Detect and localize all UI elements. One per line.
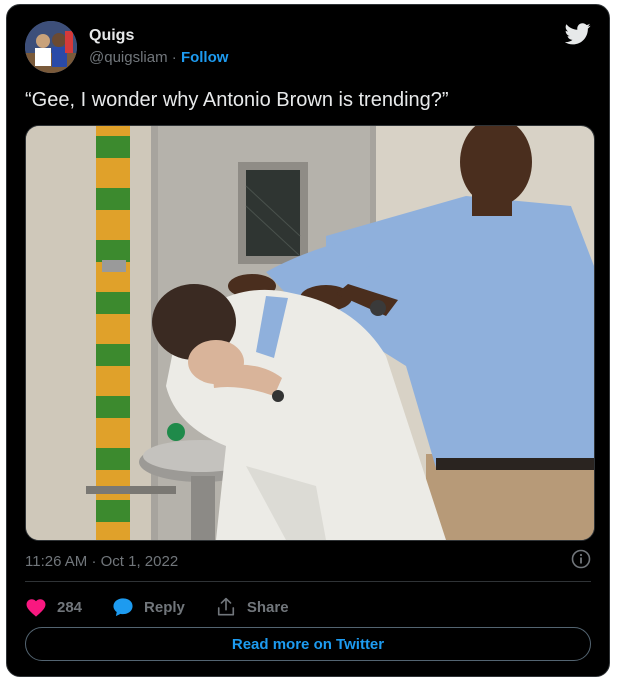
- avatar[interactable]: [25, 21, 77, 73]
- reply-button[interactable]: Reply: [112, 597, 185, 617]
- tweet-actions: 284 Reply Share: [25, 595, 319, 619]
- avatar-image: [25, 21, 77, 73]
- reply-label: Reply: [144, 598, 185, 616]
- follow-button[interactable]: Follow: [181, 49, 229, 66]
- share-label: Share: [246, 598, 289, 616]
- author-handle-row: @quigsliam · Follow: [89, 49, 228, 66]
- share-button[interactable]: Share: [215, 597, 289, 617]
- like-count: 284: [57, 598, 83, 616]
- author-handle[interactable]: @quigsliam: [89, 49, 168, 66]
- timestamp-separator: ·: [91, 553, 97, 570]
- tweet-text: “Gee, I wonder why Antonio Brown is tren…: [25, 89, 449, 111]
- read-more-button[interactable]: Read more on Twitter: [25, 627, 591, 661]
- heart-icon: [26, 599, 46, 617]
- info-icon[interactable]: [571, 549, 591, 569]
- tweet-time: 11:26 AM: [25, 553, 88, 570]
- media-image: [26, 126, 594, 540]
- share-icon: [217, 597, 234, 616]
- divider: [25, 581, 591, 582]
- handle-separator: ·: [171, 49, 177, 66]
- author-name[interactable]: Quigs: [89, 27, 134, 45]
- like-button[interactable]: 284: [25, 597, 82, 617]
- tweet-card: Quigs @quigsliam · Follow “Gee, I wonder…: [6, 4, 610, 677]
- reply-bubble-icon: [113, 598, 133, 617]
- tweet-date: Oct 1, 2022: [100, 553, 179, 570]
- tweet-media[interactable]: [25, 125, 595, 541]
- twitter-bird-icon[interactable]: [565, 23, 591, 45]
- tweet-timestamp[interactable]: 11:26 AM · Oct 1, 2022: [25, 553, 178, 570]
